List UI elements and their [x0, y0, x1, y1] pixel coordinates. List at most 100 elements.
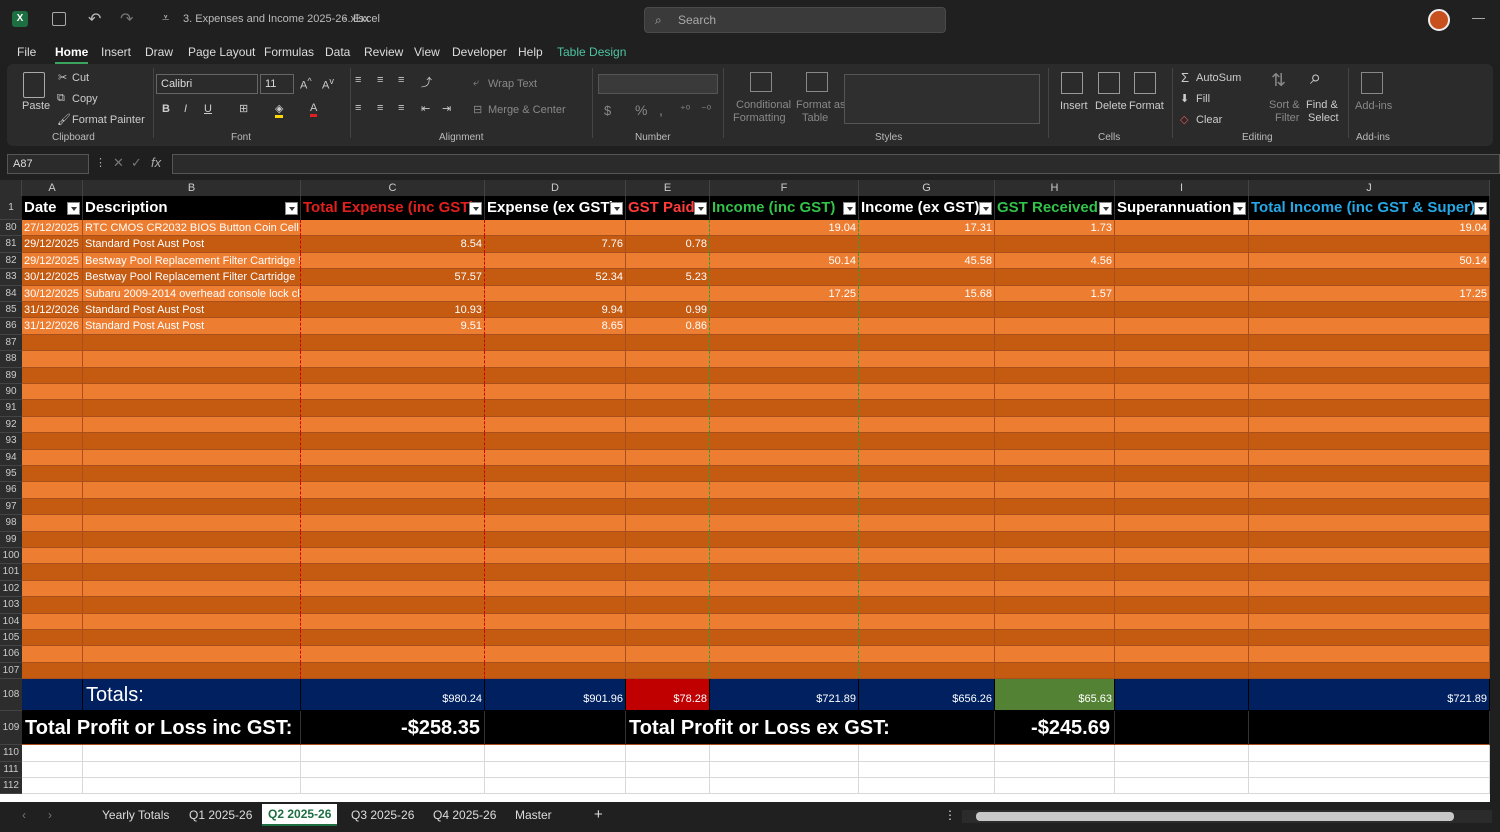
table-cell[interactable]: [1115, 613, 1249, 630]
table-cell[interactable]: [1115, 416, 1249, 434]
table-cell[interactable]: [626, 384, 710, 401]
menu-table-design[interactable]: Table Design: [557, 45, 626, 59]
table-cell[interactable]: [22, 531, 83, 548]
table-cell[interactable]: [626, 334, 710, 352]
filter-dropdown-icon[interactable]: [694, 202, 707, 215]
row-header[interactable]: 98: [0, 515, 22, 532]
table-cell[interactable]: [83, 433, 301, 450]
table-cell[interactable]: [22, 351, 83, 368]
font-name-select[interactable]: Calibri: [156, 74, 258, 94]
table-cell[interactable]: [301, 515, 485, 532]
table-cell[interactable]: [1115, 400, 1249, 417]
menu-view[interactable]: View: [414, 45, 440, 59]
scrollbar-thumb[interactable]: [976, 812, 1454, 821]
table-cell[interactable]: [1115, 302, 1249, 319]
table-header-cell[interactable]: Total Expense (inc GST): [301, 196, 485, 220]
row-header[interactable]: 109: [0, 711, 22, 746]
table-cell[interactable]: 10.93: [301, 302, 485, 319]
table-cell[interactable]: [22, 580, 83, 598]
table-cell[interactable]: [301, 564, 485, 581]
row-header[interactable]: 1: [0, 196, 22, 220]
table-cell[interactable]: [485, 285, 626, 302]
filter-dropdown-icon[interactable]: [610, 202, 623, 215]
table-cell[interactable]: [83, 515, 301, 532]
table-cell[interactable]: [995, 482, 1115, 499]
table-cell[interactable]: [710, 482, 859, 499]
empty-cell[interactable]: [22, 761, 83, 778]
menu-formulas[interactable]: Formulas: [264, 45, 314, 59]
table-cell[interactable]: [301, 482, 485, 499]
table-cell[interactable]: [1249, 384, 1490, 401]
row-header[interactable]: 90: [0, 384, 22, 401]
row-header[interactable]: 107: [0, 662, 22, 680]
empty-cell[interactable]: [1249, 745, 1490, 762]
table-cell[interactable]: [1249, 433, 1490, 450]
add-ins-button[interactable]: Add-ins: [1355, 100, 1392, 112]
table-cell[interactable]: [485, 515, 626, 532]
table-cell[interactable]: Standard Post Aust Post: [83, 318, 301, 335]
table-cell[interactable]: [22, 482, 83, 499]
styles-gallery[interactable]: [844, 74, 1040, 124]
table-cell[interactable]: [995, 351, 1115, 368]
grow-font-icon[interactable]: A^: [300, 76, 312, 92]
empty-cell[interactable]: [301, 778, 485, 795]
row-header[interactable]: 96: [0, 482, 22, 499]
table-cell[interactable]: [1249, 416, 1490, 434]
table-cell[interactable]: [22, 515, 83, 532]
table-cell[interactable]: [485, 482, 626, 499]
table-cell[interactable]: [995, 400, 1115, 417]
table-cell[interactable]: [995, 236, 1115, 253]
sheet-tab-q3[interactable]: Q3 2025-26: [351, 808, 414, 822]
table-cell[interactable]: [22, 466, 83, 483]
bold-icon[interactable]: B: [162, 103, 170, 115]
table-cell[interactable]: [859, 564, 995, 581]
table-cell[interactable]: [859, 515, 995, 532]
table-cell[interactable]: [83, 646, 301, 663]
underline-icon[interactable]: U: [204, 103, 212, 115]
comma-icon[interactable]: ,: [659, 102, 663, 118]
table-cell[interactable]: [83, 400, 301, 417]
table-cell[interactable]: [859, 646, 995, 663]
table-cell[interactable]: [859, 498, 995, 516]
table-cell[interactable]: [1249, 613, 1490, 630]
table-cell[interactable]: [83, 334, 301, 352]
filter-dropdown-icon[interactable]: [1099, 202, 1112, 215]
table-cell[interactable]: [710, 548, 859, 565]
table-cell[interactable]: [995, 367, 1115, 384]
menu-review[interactable]: Review: [364, 45, 403, 59]
table-cell[interactable]: [83, 548, 301, 565]
table-cell[interactable]: [1249, 334, 1490, 352]
table-cell[interactable]: [626, 285, 710, 302]
table-cell[interactable]: [22, 662, 83, 680]
table-cell[interactable]: [83, 630, 301, 647]
table-cell[interactable]: [83, 613, 301, 630]
table-cell[interactable]: 19.04: [710, 220, 859, 237]
table-cell[interactable]: [710, 269, 859, 286]
table-cell[interactable]: [995, 416, 1115, 434]
row-header[interactable]: 92: [0, 416, 22, 434]
enter-icon[interactable]: ✓: [131, 155, 142, 171]
table-cell[interactable]: Subaru 2009-2014 overhead console lock c…: [83, 285, 301, 302]
table-cell[interactable]: [301, 466, 485, 483]
table-cell[interactable]: [710, 351, 859, 368]
table-cell[interactable]: [1249, 646, 1490, 663]
font-size-select[interactable]: 11: [260, 74, 294, 94]
autosum-button[interactable]: AutoSum: [1196, 72, 1241, 84]
format-cells-button[interactable]: Format: [1129, 100, 1164, 112]
row-header[interactable]: 88: [0, 351, 22, 368]
cancel-icon[interactable]: ✕: [113, 155, 124, 171]
table-cell[interactable]: [859, 302, 995, 319]
row-header[interactable]: 112: [0, 778, 22, 795]
format-as-table-button[interactable]: Format as: [796, 99, 846, 111]
table-cell[interactable]: [626, 433, 710, 450]
table-cell[interactable]: [83, 564, 301, 581]
table-cell[interactable]: [1115, 384, 1249, 401]
table-cell[interactable]: [626, 252, 710, 270]
search-box[interactable]: ⌕ Search: [644, 7, 946, 33]
table-cell[interactable]: [859, 269, 995, 286]
sheet-tab-q1[interactable]: Q1 2025-26: [189, 808, 252, 822]
table-cell[interactable]: [710, 531, 859, 548]
table-header-cell[interactable]: Total Income (inc GST & Super): [1249, 196, 1490, 220]
table-cell[interactable]: [1115, 334, 1249, 352]
table-cell[interactable]: [1115, 269, 1249, 286]
